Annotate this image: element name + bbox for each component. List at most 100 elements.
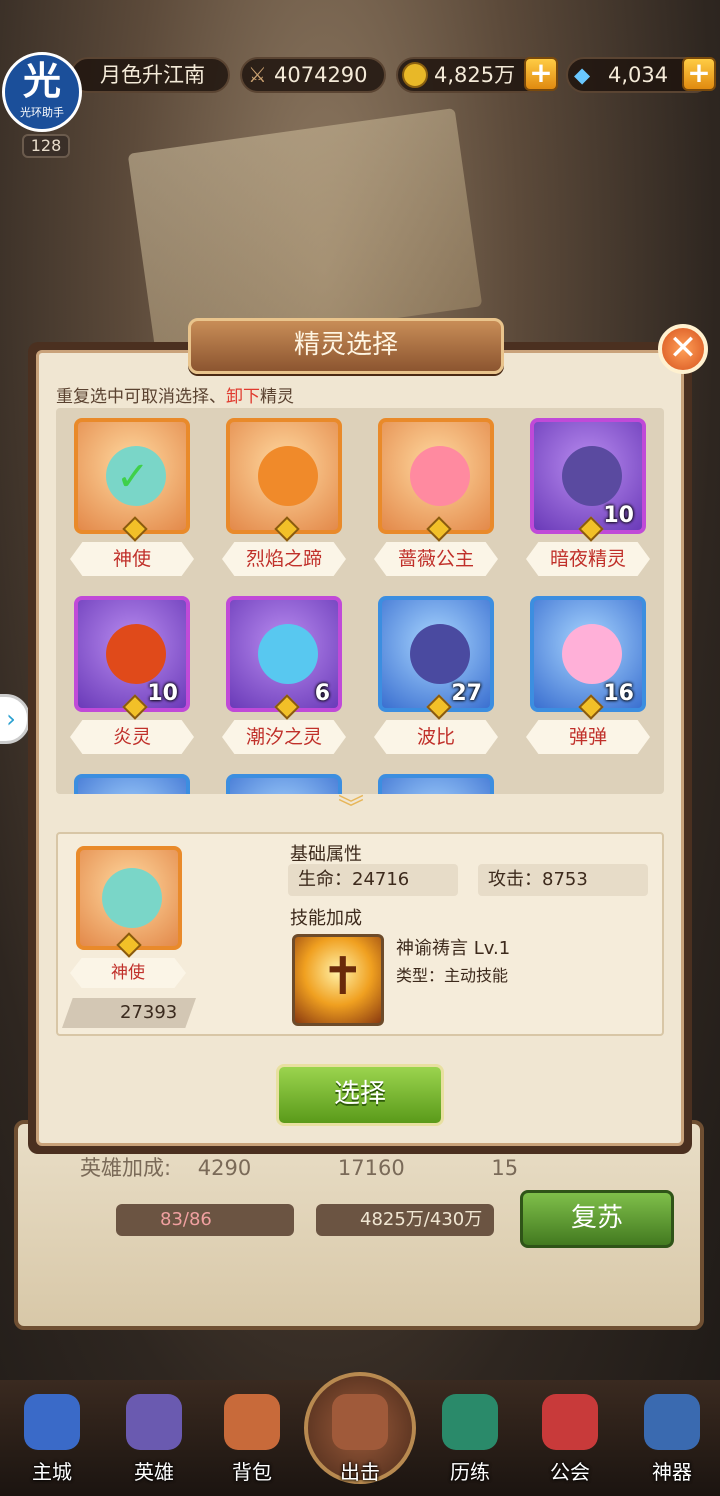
- hint-text-1: 重复选中可取消选择、: [56, 387, 226, 407]
- avatar-caption: 光环助手: [20, 106, 64, 119]
- gem-pill: ◆ 4,034 +: [566, 57, 716, 93]
- close-icon[interactable]: ✕: [658, 324, 708, 374]
- hero-bonus-row: 英雄加成: 4290 17160 15: [80, 1152, 518, 1182]
- spirit-portrait: [226, 418, 342, 542]
- add-gems-button[interactable]: +: [682, 57, 716, 91]
- star-diamond-icon: [274, 694, 300, 720]
- player-level: 128: [22, 134, 70, 158]
- power-value: 4074290: [274, 63, 368, 87]
- nav-icon: [644, 1394, 700, 1450]
- skill-name: 神谕祷言 Lv.1: [396, 938, 511, 959]
- crossed-swords-icon: ⚔: [248, 63, 267, 87]
- selected-spirit-power: 27393: [62, 998, 196, 1028]
- nav-item[interactable]: 历练: [430, 1390, 510, 1490]
- spirit-name: 弹弹: [526, 720, 650, 754]
- spirit-name: 烈焰之蹄: [222, 542, 346, 576]
- spirit-level: 27: [451, 681, 482, 706]
- skill-type: 类型：主动技能: [396, 966, 509, 985]
- spirit-face: [562, 624, 622, 684]
- skill-sword-icon[interactable]: ✝: [292, 934, 384, 1026]
- base-attributes-heading: 基础属性: [290, 844, 362, 865]
- nav-label: 主城: [32, 1460, 72, 1484]
- nav-icon: [542, 1394, 598, 1450]
- spirit-face: [258, 446, 318, 506]
- spirit-portrait-partial[interactable]: [74, 774, 190, 794]
- spirit-portrait: 27: [378, 596, 494, 720]
- selected-spirit-name: 神使: [70, 958, 186, 988]
- selected-spirit-portrait: [76, 846, 182, 958]
- nav-label: 英雄: [134, 1460, 174, 1484]
- spirit-face: [562, 446, 622, 506]
- nav-item[interactable]: 主城: [12, 1390, 92, 1490]
- revive-button[interactable]: 复苏: [520, 1190, 674, 1248]
- star-diamond-icon: [274, 516, 300, 542]
- spirit-level: 16: [603, 681, 634, 706]
- gem-value: 4,034: [608, 63, 669, 87]
- spirit-face: [410, 624, 470, 684]
- star-diamond-icon: [578, 694, 604, 720]
- spirit-face: [410, 446, 470, 506]
- attack-value: 攻击：8753: [488, 869, 588, 890]
- bonus-hp-value: 17160: [337, 1156, 405, 1180]
- gold-coin-icon: [402, 62, 428, 88]
- potion-counter: 83/86: [116, 1204, 294, 1236]
- nav-label: 公会: [550, 1460, 590, 1484]
- bonus-attack-value: 4290: [197, 1156, 252, 1180]
- spirit-level: 10: [147, 681, 178, 706]
- spirit-portrait-partial[interactable]: [226, 774, 342, 794]
- nav-item[interactable]: 公会: [530, 1390, 610, 1490]
- add-gold-button[interactable]: +: [524, 57, 558, 91]
- nav-label: 神器: [652, 1460, 692, 1484]
- star-diamond-icon: [426, 694, 452, 720]
- check-icon: ✓: [116, 454, 150, 500]
- spirit-name: 暗夜精灵: [526, 542, 650, 576]
- spirit-name: 神使: [70, 542, 194, 576]
- skill-bonus-heading: 技能加成: [290, 908, 362, 929]
- scroll-down-chevron-icon[interactable]: ︾: [338, 796, 364, 822]
- avatar-glyph: 光: [22, 59, 61, 103]
- gold-value: 4,825万: [434, 63, 516, 87]
- spirit-name: 蔷薇公主: [374, 542, 498, 576]
- spirit-face: [106, 624, 166, 684]
- spirit-portrait-partial[interactable]: [378, 774, 494, 794]
- nav-label: 出击: [340, 1460, 380, 1484]
- spirit-name: 潮汐之灵: [222, 720, 346, 754]
- spirit-portrait: 6: [226, 596, 342, 720]
- spirit-grid: ✓ 神使 烈焰之蹄 蔷薇公主 10 暗夜精灵 10 炎灵 6 潮汐之灵 27 波比 16 弹弹: [56, 408, 664, 794]
- spirit-portrait: 16: [530, 596, 646, 720]
- player-name-pill: 月色升江南: [70, 57, 230, 93]
- nav-icon: [224, 1394, 280, 1450]
- star-diamond-icon: [122, 516, 148, 542]
- dialog-hint: 重复选中可取消选择、卸下精灵: [56, 382, 294, 407]
- spirit-level: 10: [603, 503, 634, 528]
- spirit-name: 波比: [374, 720, 498, 754]
- select-button[interactable]: 选择: [276, 1064, 444, 1126]
- nav-icon: [332, 1394, 388, 1450]
- nav-label: 历练: [450, 1460, 490, 1484]
- power-pill: ⚔ 4074290: [240, 57, 386, 93]
- resource-bar: 月色升江南 ⚔ 4074290 4,825万 + ◆ 4,034 +: [0, 52, 720, 98]
- player-avatar[interactable]: 光 光环助手: [2, 52, 82, 132]
- spirit-level: 6: [314, 681, 330, 706]
- bonus-def-value: 15: [491, 1156, 519, 1180]
- nav-icon: [24, 1394, 80, 1450]
- spirit-portrait: ✓: [74, 418, 190, 542]
- gold-cost-value: 4825万/430万: [360, 1209, 483, 1230]
- attack-stat: 攻击：8753: [478, 864, 648, 896]
- gold-cost-counter: 4825万/430万: [316, 1204, 494, 1236]
- star-diamond-icon: [122, 694, 148, 720]
- nav-icon: [442, 1394, 498, 1450]
- nav-item[interactable]: 出击: [320, 1390, 400, 1490]
- dialog-title: 精灵选择: [188, 318, 504, 374]
- spirit-portrait: 10: [74, 596, 190, 720]
- spirit-face: [258, 624, 318, 684]
- spirit-name: 炎灵: [70, 720, 194, 754]
- hero-bonus-label: 英雄加成:: [80, 1156, 172, 1180]
- hp-stat: 生命：24716: [288, 864, 458, 896]
- nav-item[interactable]: 神器: [632, 1390, 712, 1490]
- nav-item[interactable]: 英雄: [114, 1390, 194, 1490]
- spirit-face: [102, 868, 162, 928]
- nav-item[interactable]: 背包: [212, 1390, 292, 1490]
- spirit-portrait: [378, 418, 494, 542]
- spirit-portrait: 10: [530, 418, 646, 542]
